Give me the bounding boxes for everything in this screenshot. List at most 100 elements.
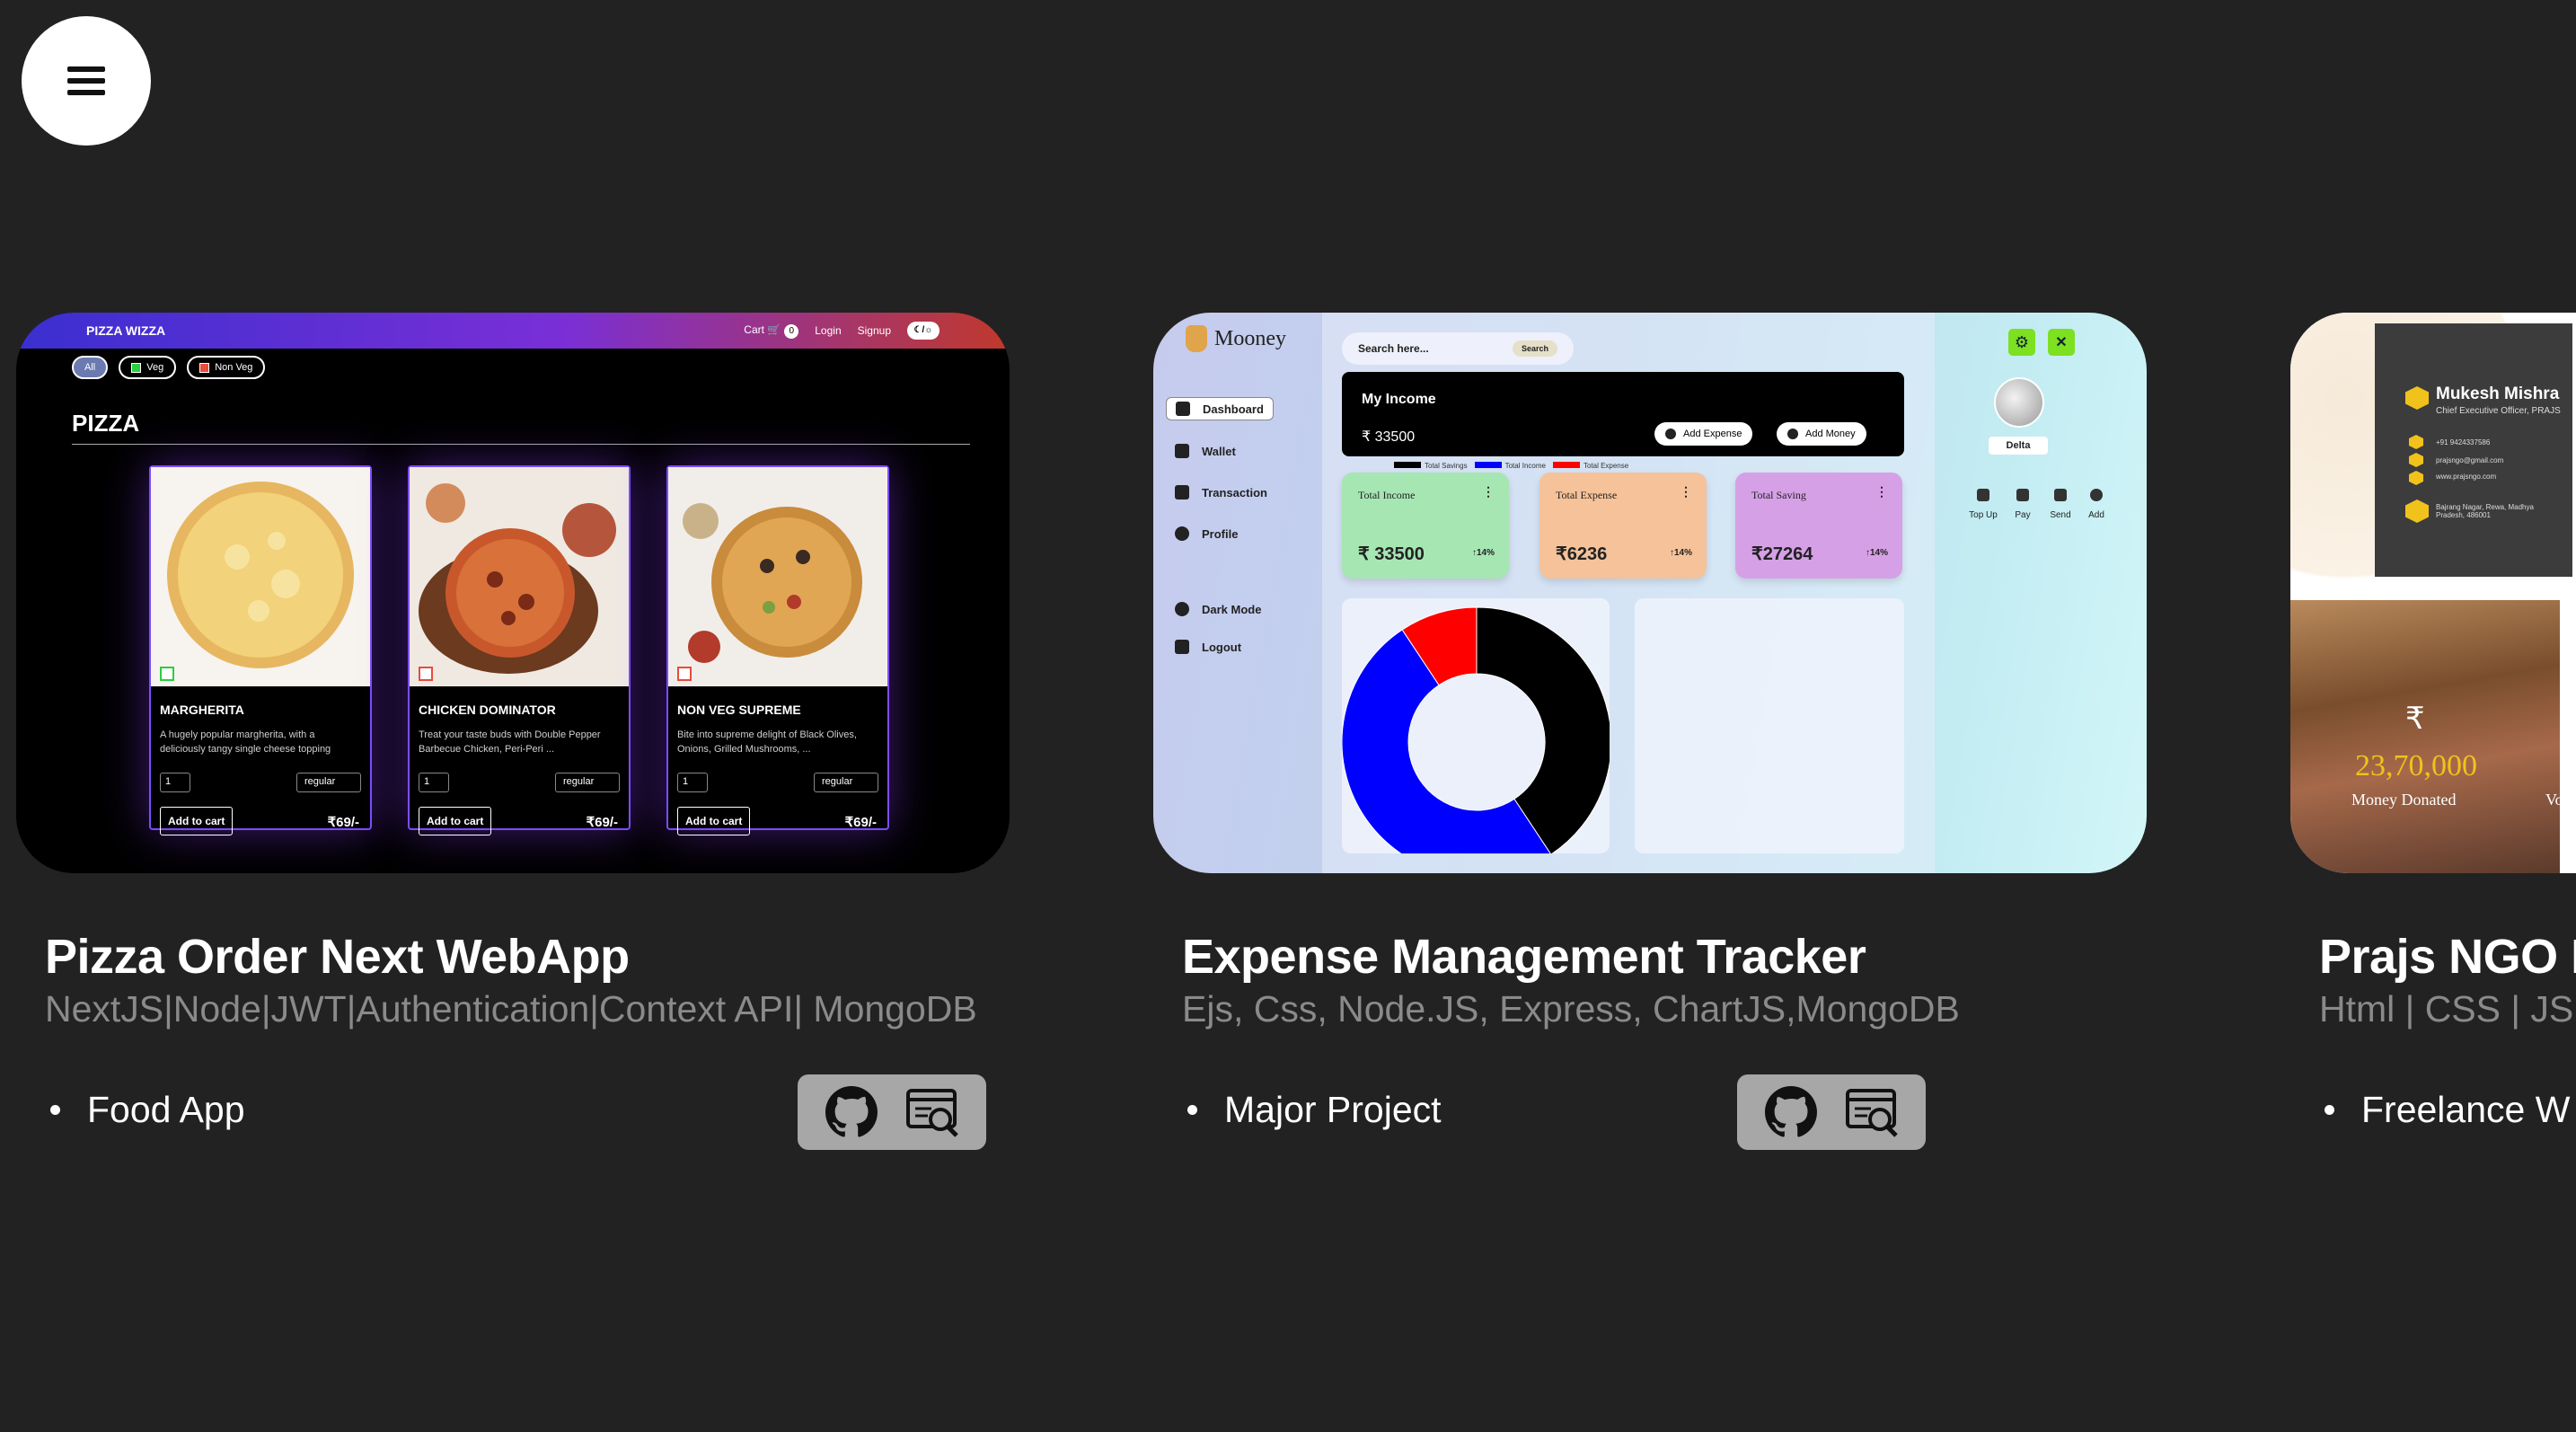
project-thumbnail[interactable]: Mukesh Mishra Chief Executive Officer, P… [2290, 313, 2576, 873]
login-link: Login [815, 324, 842, 337]
github-icon[interactable] [823, 1083, 880, 1141]
project-card-pizza: PIZZA WIZZA Cart 🛒 0 Login Signup ☾/☼ All… [16, 313, 1010, 1150]
menu-transaction: Transaction [1175, 485, 1267, 499]
empty-panel [1635, 598, 1904, 853]
pizza-brand: PIZZA WIZZA [86, 323, 166, 338]
search-bar: Search here... Search [1342, 332, 1574, 365]
avatar [1994, 377, 2044, 428]
chart-legend: Total Savings Total Income Total Expense [1394, 462, 1628, 470]
pizza-heading: PIZZA [72, 410, 140, 437]
nonveg-mark-icon [677, 667, 692, 681]
menu-button[interactable] [22, 16, 151, 146]
size-select: regular [814, 773, 878, 792]
size-select: regular [296, 773, 361, 792]
close-icon: ✕ [2048, 329, 2075, 356]
location-icon [2405, 499, 2429, 523]
theme-toggle: ☾/☼ [907, 322, 940, 340]
add-to-cart-button: Add to cart [419, 807, 492, 835]
chart-icon [1175, 485, 1189, 499]
project-tech-stack: Ejs, Css, Node.JS, Express, ChartJS,Mong… [1182, 988, 1960, 1030]
mooney-main: Search here... Search My Income ₹ 33500 A… [1322, 313, 1935, 873]
project-thumbnail[interactable]: Mooney Dashboard Wallet Transaction Prof… [1153, 313, 2147, 873]
pizza-desc: Bite into supreme delight of Black Olive… [677, 729, 857, 755]
pizza-price: ₹69/- [327, 815, 359, 830]
donut-chart-panel [1341, 598, 1612, 873]
logout-icon [1175, 640, 1189, 654]
project-tag: Freelance W [2325, 1089, 2570, 1131]
menu-dark-mode: Dark Mode [1175, 602, 1261, 616]
pizza-name: CHICKEN DOMINATOR [419, 703, 556, 717]
menu-dashboard: Dashboard [1166, 397, 1274, 420]
add-expense-button: Add Expense [1654, 422, 1753, 446]
gear-icon: ⚙ [2008, 329, 2035, 356]
hamburger-menu-icon [67, 60, 105, 102]
live-demo-icon[interactable] [1844, 1083, 1901, 1141]
mail-icon [2409, 453, 2423, 467]
project-tag: Major Project [1187, 1089, 1442, 1131]
wallet-icon [1977, 489, 1989, 501]
qty-select: 1 [677, 773, 708, 792]
home-icon [1176, 402, 1190, 416]
project-title: Expense Management Tracker [1182, 930, 1866, 984]
pizza-name: NON VEG SUPREME [677, 703, 801, 717]
income-panel: My Income ₹ 33500 Add Expense Add Money [1342, 372, 1904, 456]
stat-card: Total Income ⋮ ₹ 33500 ↑14% [1342, 473, 1509, 579]
menu-logout: Logout [1175, 640, 1241, 654]
live-demo-icon[interactable] [904, 1083, 962, 1141]
send-icon [2054, 489, 2067, 501]
add-to-cart-button: Add to cart [160, 807, 234, 835]
quick-topup: Top Up [1965, 489, 2001, 520]
project-tech-stack: NextJS|Node|JWT|Authentication|Context A… [45, 988, 977, 1030]
pizza-card: NON VEG SUPREME Bite into supreme deligh… [666, 465, 889, 835]
pizza-price: ₹69/- [844, 815, 877, 830]
project-card-expense: Mooney Dashboard Wallet Transaction Prof… [1153, 313, 2147, 1150]
stat-card: Total Expense ⋮ ₹6236 ↑14% [1539, 473, 1707, 579]
moon-icon [1175, 602, 1189, 616]
card-icon [2016, 489, 2029, 501]
user-name: Delta [1989, 437, 2048, 455]
pizza-name: MARGHERITA [160, 703, 244, 717]
mooney-logo: Mooney [1186, 325, 1286, 352]
menu-profile: Profile [1175, 526, 1238, 541]
user-icon [1175, 526, 1189, 541]
ngo-photo: ₹ 23,70,000 Money Donated Vol [2290, 600, 2568, 873]
filter-nonveg: Non Veg [187, 356, 266, 379]
github-icon[interactable] [1762, 1083, 1820, 1141]
size-select: regular [555, 773, 620, 792]
business-card: Mukesh Mishra Chief Executive Officer, P… [2375, 323, 2572, 577]
project-tag: Food App [50, 1089, 245, 1131]
wallet-icon [1175, 444, 1189, 458]
filter-all: All [72, 356, 109, 379]
qty-select: 1 [160, 773, 190, 792]
pizza-price: ₹69/- [586, 815, 618, 830]
pizza-image [410, 467, 629, 686]
project-tech-stack: Html | CSS | JS [2319, 988, 2574, 1030]
phone-icon [2409, 435, 2423, 449]
globe-icon [2409, 471, 2423, 485]
pizza-image [151, 467, 370, 686]
quick-add: Add [2078, 489, 2114, 520]
project-thumbnail[interactable]: PIZZA WIZZA Cart 🛒 0 Login Signup ☾/☼ All… [16, 313, 1010, 873]
project-title: Prajs NGO P [2319, 930, 2576, 984]
pizza-desc: A hugely popular margherita, with a deli… [160, 729, 331, 755]
pizza-card: MARGHERITA A hugely popular margherita, … [149, 465, 372, 835]
menu-wallet: Wallet [1175, 444, 1236, 458]
project-title: Pizza Order Next WebApp [45, 930, 630, 984]
pizza-image [668, 467, 887, 686]
pizza-desc: Treat your taste buds with Double Pepper… [419, 729, 601, 755]
quick-pay: Pay [2005, 489, 2041, 520]
add-to-cart-button: Add to cart [677, 807, 751, 835]
qty-select: 1 [419, 773, 449, 792]
badge-icon [2405, 386, 2429, 410]
divider [72, 444, 970, 445]
pizza-filters: All Veg Non Veg [72, 356, 266, 379]
quick-send: Send [2042, 489, 2078, 520]
add-money-button: Add Money [1777, 422, 1866, 446]
donut-chart [1341, 606, 1612, 873]
veg-mark-icon [160, 667, 174, 681]
money-bag-icon [1186, 325, 1207, 352]
project-links [798, 1074, 986, 1150]
signup-link: Signup [857, 324, 891, 337]
filter-veg: Veg [119, 356, 177, 379]
nonveg-mark-icon [419, 667, 433, 681]
